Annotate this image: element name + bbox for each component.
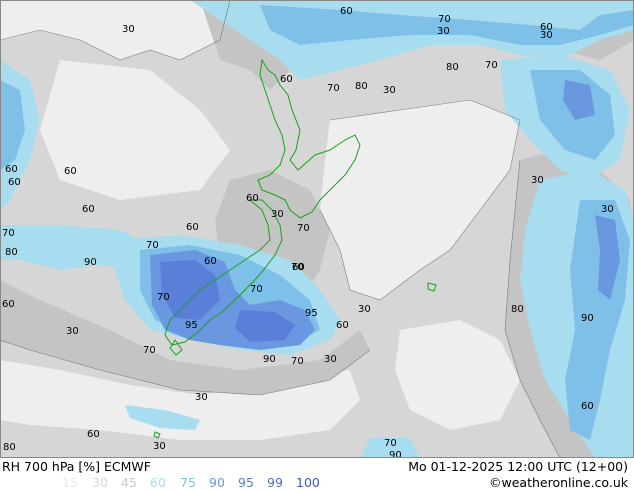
contour-label: 70 — [157, 292, 170, 303]
contour-label: 90 — [389, 450, 402, 458]
legend-level: 45 — [121, 475, 137, 490]
contour-label: 70 — [297, 223, 310, 234]
contour-label: 95 — [305, 308, 318, 319]
contour-label: 60 — [340, 6, 353, 17]
contour-label: 70 — [143, 345, 156, 356]
legend-level: 15 — [62, 475, 78, 490]
contour-label: 30 — [531, 175, 544, 186]
valid-time: Mo 01-12-2025 12:00 UTC (12+00) — [408, 459, 628, 474]
legend-level: 90 — [209, 475, 225, 490]
chart-title: RH 700 hPa [%] ECMWF — [2, 459, 151, 474]
contour-label: 60 — [336, 320, 349, 331]
legend-level: 75 — [180, 475, 196, 490]
contour-label: 90 — [84, 257, 97, 268]
contour-label: 30 — [601, 204, 614, 215]
contour-label: 70 — [438, 14, 451, 25]
contour-label: 30 — [383, 85, 396, 96]
contour-label: 30 — [437, 26, 450, 37]
contour-label: 70 — [384, 438, 397, 449]
legend-level: 30 — [92, 475, 108, 490]
contour-label: 60 — [581, 401, 594, 412]
contour-label: 90 — [581, 313, 594, 324]
contour-label: 30 — [153, 441, 166, 452]
contour-label: 30 — [122, 24, 135, 35]
contour-label: 30 — [540, 30, 553, 41]
contour-label: 70 — [327, 83, 340, 94]
contour-label: 30 — [271, 209, 284, 220]
contour-label: 60 — [82, 204, 95, 215]
contour-label: 80 — [3, 442, 16, 453]
contour-label: 60 — [2, 299, 15, 310]
legend-level: 99 — [267, 475, 283, 490]
contour-label: 80 — [446, 62, 459, 73]
contour-label: 70 — [2, 228, 15, 239]
contour-label: 30 — [195, 392, 208, 403]
contour-label: 60 — [64, 166, 77, 177]
contour-label: 60 — [280, 74, 293, 85]
contour-label: 70 — [291, 356, 304, 367]
contour-label: 80 — [5, 247, 18, 258]
contour-label: 60 — [8, 177, 21, 188]
contour-label: 70 — [146, 240, 159, 251]
legend-level: 95 — [238, 475, 254, 490]
contour-label: 80 — [355, 81, 368, 92]
contour-label: 70 — [250, 284, 263, 295]
legend-level: 100 — [296, 475, 320, 490]
contour-label: 70 — [485, 60, 498, 71]
contour-label: 60 — [5, 164, 18, 175]
contour-label: 60 — [186, 222, 199, 233]
contour-label: 60 — [204, 256, 217, 267]
contour-label: 70 — [291, 262, 304, 273]
contour-label: 80 — [511, 304, 524, 315]
contour-label: 30 — [324, 354, 337, 365]
rh-map: 30 60 70 60 30 30 80 70 60 70 80 30 60 60 60 60 70 80 70 60… — [0, 0, 634, 458]
contour-label: 90 — [263, 354, 276, 365]
contour-label: 30 — [66, 326, 79, 337]
copyright-link[interactable]: ©weatheronline.co.uk — [489, 475, 628, 490]
contour-label: 60 — [246, 193, 259, 204]
contour-label: 60 — [87, 429, 100, 440]
legend-level: 60 — [150, 475, 166, 490]
contour-label: 95 — [185, 320, 198, 331]
contour-label: 30 — [358, 304, 371, 315]
